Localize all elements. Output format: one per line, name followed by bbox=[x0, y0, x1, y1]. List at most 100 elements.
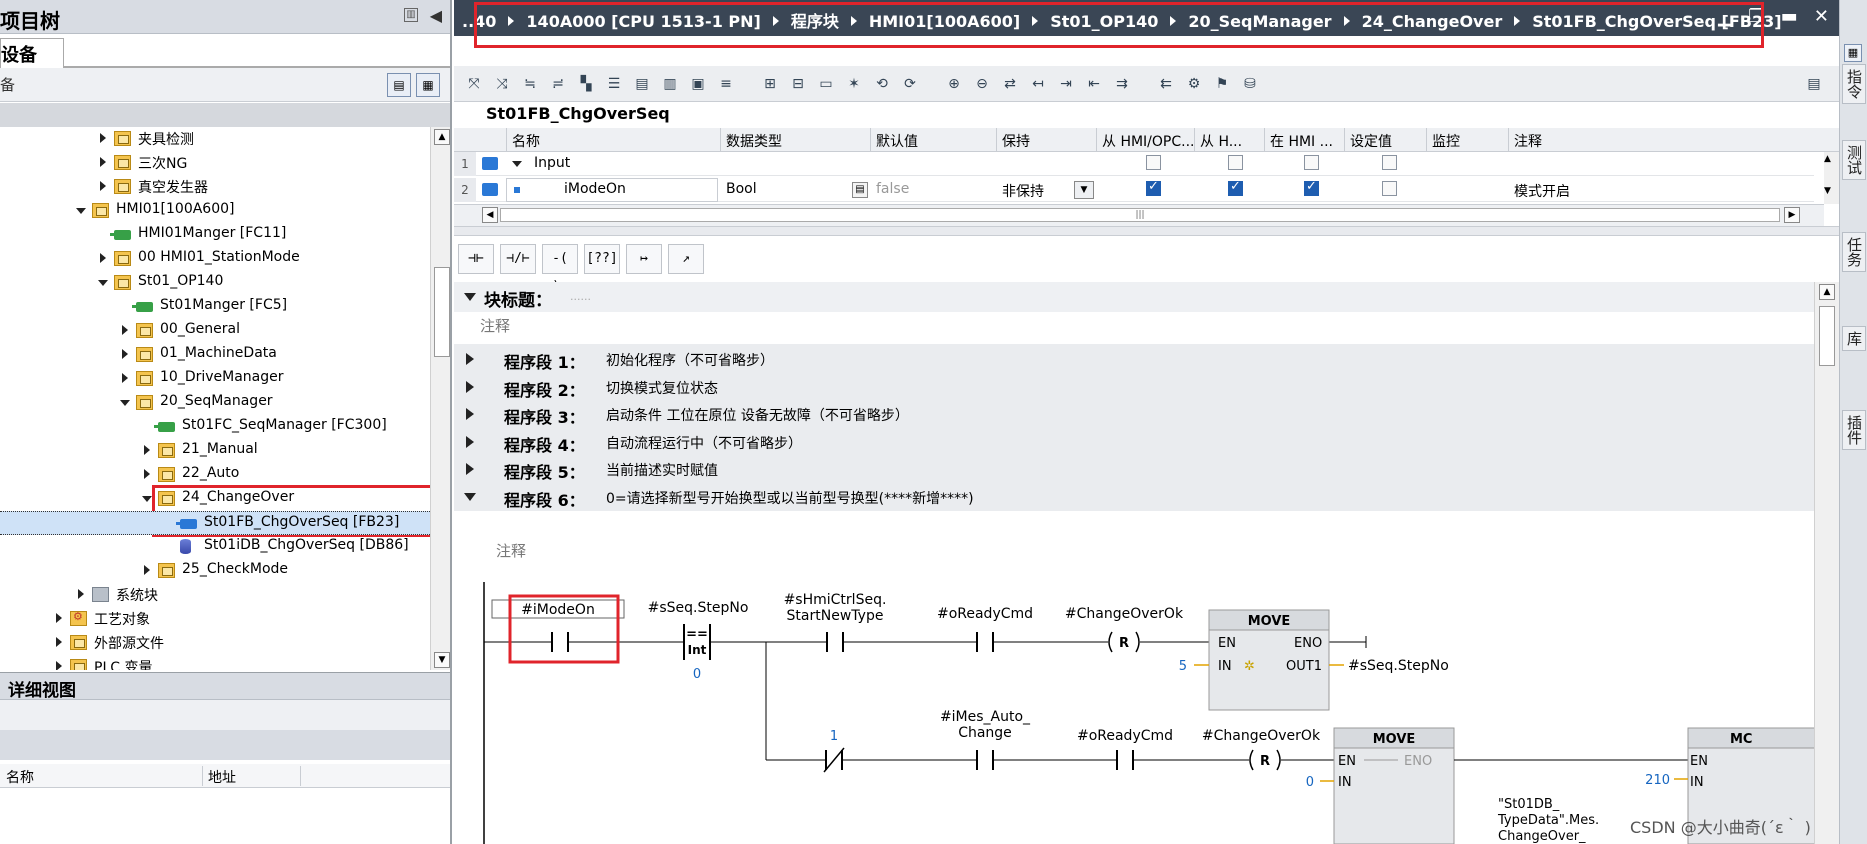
block-title-placeholder[interactable]: ...... bbox=[570, 290, 591, 303]
tree-item[interactable]: 三次NG bbox=[0, 151, 430, 175]
collapsed-icon[interactable] bbox=[144, 565, 150, 575]
toolbar-icon[interactable]: ▭ bbox=[816, 74, 836, 94]
toolbar-icon[interactable]: ▤ bbox=[632, 74, 652, 94]
tree-item[interactable]: 系统块 bbox=[0, 583, 430, 607]
toolbar-icon[interactable]: ⊖ bbox=[972, 74, 992, 94]
coil-reset[interactable] bbox=[1135, 631, 1140, 653]
right-tab[interactable]: 插件 bbox=[1842, 410, 1866, 450]
collapse-icon[interactable] bbox=[464, 293, 476, 301]
tree-item[interactable]: HMI01[100A600] bbox=[0, 199, 430, 223]
interface-col-header[interactable]: 在 HMI ... bbox=[1270, 131, 1333, 151]
segment-title[interactable]: 初始化程序（不可省略步） bbox=[606, 350, 774, 370]
segment-title[interactable]: 当前描述实时赋值 bbox=[606, 460, 718, 480]
segment-title[interactable]: 自动流程运行中（不可省略步） bbox=[606, 433, 802, 453]
right-tab[interactable]: 任务 bbox=[1842, 232, 1866, 272]
toolbar-icon[interactable]: ⛁ bbox=[1240, 74, 1260, 94]
interface-col-header[interactable]: 注释 bbox=[1514, 131, 1542, 151]
tree-overview-icon[interactable]: ▦ bbox=[416, 73, 440, 97]
toolbar-icon[interactable]: ⟳ bbox=[900, 74, 920, 94]
interface-vscrollbar[interactable]: ▲ ▼ bbox=[1824, 152, 1839, 204]
right-tab[interactable]: 指令 bbox=[1842, 64, 1866, 104]
collapsed-icon[interactable] bbox=[56, 613, 62, 623]
tree-item[interactable]: 10_DriveManager bbox=[0, 367, 430, 391]
pin-icon[interactable]: ▥ bbox=[404, 8, 418, 22]
interface-name[interactable]: Input bbox=[534, 155, 570, 171]
toolbar-icon[interactable]: ⤨ bbox=[492, 74, 512, 94]
ladder-insert-button[interactable]: ↦ bbox=[626, 244, 662, 274]
collapsed-icon[interactable] bbox=[466, 380, 474, 393]
interface-row[interactable]: 2iModeOnBool▤false非保持▼模式开启 bbox=[454, 178, 1814, 202]
hscroll-thumb[interactable]: ||| bbox=[500, 208, 1780, 222]
collapsed-icon[interactable] bbox=[144, 469, 150, 479]
editor-vscrollbar[interactable]: ▲ bbox=[1814, 282, 1839, 844]
checkbox-setpoint[interactable] bbox=[1382, 181, 1397, 196]
program-segment[interactable]: 程序段 1： 初始化程序（不可省略步） bbox=[454, 344, 1814, 374]
block-comment[interactable]: 注释 bbox=[476, 312, 1814, 340]
collapse-left-icon[interactable]: ◀ bbox=[430, 6, 442, 25]
toolbar-icon[interactable]: ⊟ bbox=[788, 74, 808, 94]
pane-splitter[interactable] bbox=[454, 226, 1839, 236]
tree-item[interactable]: 00 HMI01_StationMode bbox=[0, 247, 430, 271]
detail-col-address[interactable]: 地址 bbox=[208, 767, 236, 787]
toolbar-icon[interactable]: ≓ bbox=[548, 74, 568, 94]
interface-default[interactable]: false bbox=[876, 181, 909, 197]
checkbox-setpoint[interactable] bbox=[1382, 155, 1397, 170]
tree-item[interactable]: 外部源文件 bbox=[0, 631, 430, 655]
checkbox-hmi1[interactable] bbox=[1146, 155, 1161, 170]
collapsed-icon[interactable] bbox=[122, 373, 128, 383]
block-title-row[interactable]: 块标题： ...... bbox=[454, 282, 1814, 312]
expanded-icon[interactable] bbox=[120, 400, 130, 406]
segment-title[interactable]: 切换模式复位状态 bbox=[606, 378, 718, 398]
checkbox-hmi2[interactable] bbox=[1228, 179, 1243, 196]
segment-title[interactable]: 启动条件 工位在原位 设备无故障（不可省略步） bbox=[606, 405, 909, 425]
toolbar-icon[interactable]: ≒ bbox=[520, 74, 540, 94]
tree-item[interactable]: 22_Auto bbox=[0, 463, 430, 487]
tree-item[interactable]: 21_Manual bbox=[0, 439, 430, 463]
ladder-insert-button[interactable]: ⊣/⊢ bbox=[500, 244, 536, 274]
tree-item[interactable]: 00_General bbox=[0, 319, 430, 343]
name-edit-field[interactable] bbox=[506, 178, 718, 202]
interface-col-header[interactable]: 名称 bbox=[512, 131, 540, 151]
toolbar-icon[interactable]: ▥ bbox=[660, 74, 680, 94]
collapsed-icon[interactable] bbox=[100, 157, 106, 167]
collapsed-icon[interactable] bbox=[466, 353, 474, 365]
toolbar-options-icon[interactable]: ▤ bbox=[1804, 74, 1824, 94]
collapsed-icon[interactable] bbox=[100, 253, 106, 263]
segment-comment[interactable]: 注释 bbox=[476, 538, 1814, 566]
scroll-right-icon[interactable]: ▶ bbox=[1784, 207, 1800, 223]
ladder-insert-button[interactable]: ⊣⊢ bbox=[458, 244, 494, 274]
expanded-icon[interactable] bbox=[512, 161, 522, 167]
interface-row[interactable]: 1 Input bbox=[454, 152, 1814, 176]
scroll-up-icon[interactable]: ▲ bbox=[1819, 284, 1835, 300]
checkbox-hmi1[interactable] bbox=[1146, 179, 1161, 196]
toolbar-icon[interactable]: ≡ bbox=[716, 74, 736, 94]
interface-hscrollbar[interactable]: ◀ ||| ▶ bbox=[454, 204, 1824, 226]
tree-item[interactable]: HMI01Manger [FC11] bbox=[0, 223, 430, 247]
collapsed-icon[interactable] bbox=[466, 408, 474, 420]
collapsed-icon[interactable] bbox=[466, 463, 474, 475]
interface-col-header[interactable]: 设定值 bbox=[1350, 131, 1392, 151]
type-picker-icon[interactable]: ▤ bbox=[852, 182, 868, 198]
toolbar-icon[interactable]: ▚ bbox=[576, 74, 596, 94]
scroll-down-icon[interactable]: ▼ bbox=[434, 652, 450, 668]
segment-title[interactable]: 0=请选择新型号开始换型或以当前型号换型(****新增****) bbox=[606, 488, 974, 508]
coil-reset[interactable] bbox=[1108, 631, 1113, 653]
collapsed-icon[interactable] bbox=[122, 349, 128, 359]
tree-scrollbar[interactable]: ▲ ▼ bbox=[430, 127, 450, 670]
coil-reset2[interactable] bbox=[1249, 749, 1254, 771]
interface-col-header[interactable]: 从 H... bbox=[1200, 131, 1242, 151]
expanded-icon[interactable] bbox=[142, 496, 152, 502]
scroll-thumb[interactable] bbox=[434, 267, 450, 357]
program-segment[interactable]: 程序段 5： 当前描述实时赋值 bbox=[454, 454, 1814, 484]
expanded-icon[interactable] bbox=[464, 492, 476, 501]
toolbar-icon[interactable]: ⇇ bbox=[1156, 74, 1176, 94]
toolbar-icon[interactable]: ↤ bbox=[1028, 74, 1048, 94]
detail-col-name[interactable]: 名称 bbox=[6, 767, 34, 787]
scroll-up-icon[interactable]: ▲ bbox=[1824, 154, 1831, 164]
ladder-insert-button[interactable]: -( )- bbox=[542, 244, 578, 294]
right-tab[interactable]: 库 bbox=[1842, 326, 1866, 351]
toolbar-icon[interactable]: ⇥ bbox=[1056, 74, 1076, 94]
ladder-insert-button[interactable]: [??] bbox=[584, 244, 620, 274]
toolbar-icon[interactable]: ✶ bbox=[844, 74, 864, 94]
tree-item[interactable]: St01_OP140 bbox=[0, 271, 430, 295]
